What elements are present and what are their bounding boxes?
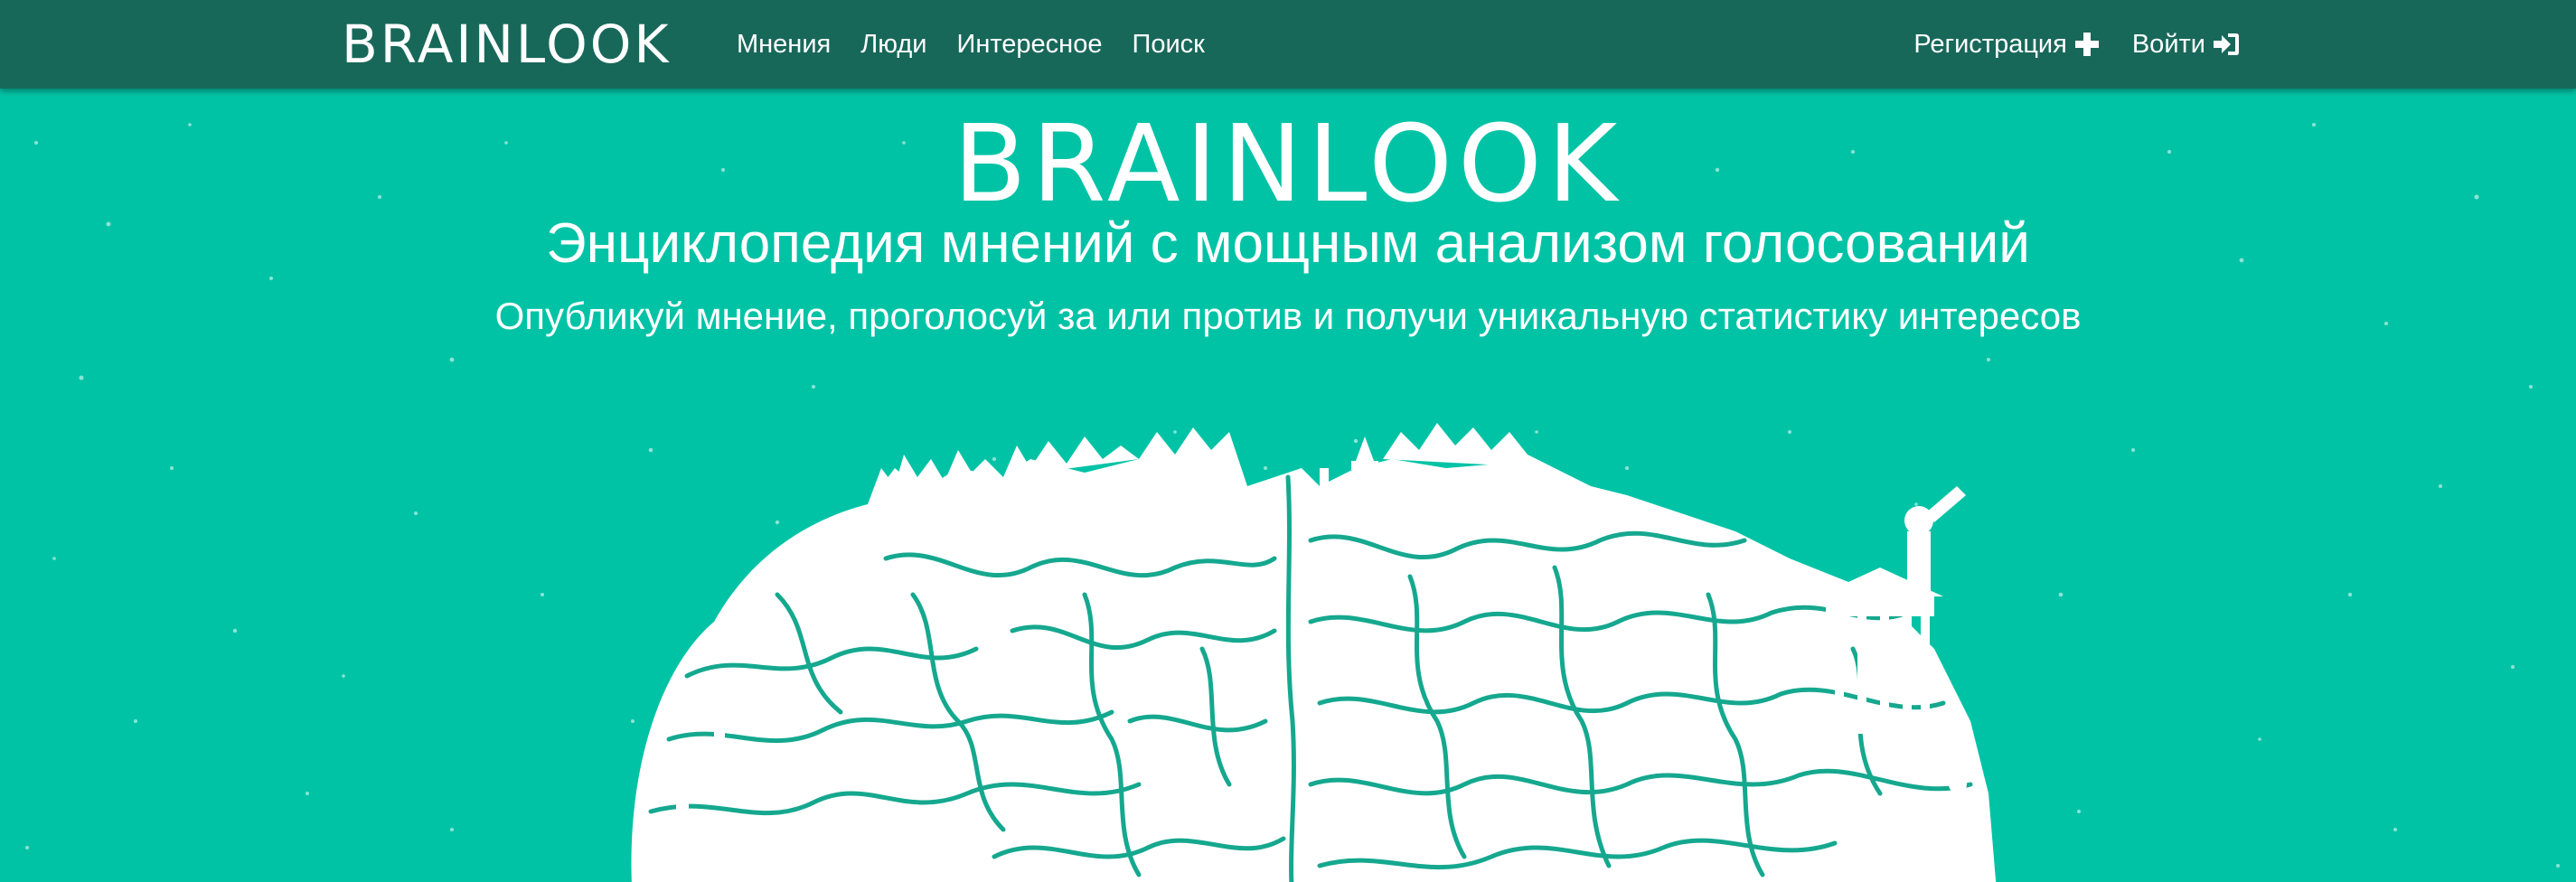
nav-link-interesting[interactable]: Интересное (956, 30, 1102, 60)
login-button[interactable]: Войти (2132, 30, 2240, 60)
nav-link-search[interactable]: Поиск (1132, 30, 1204, 60)
nav-logo[interactable]: BRAINLOOK (342, 13, 672, 76)
nav-links: Мнения Люди Интересное Поиск (737, 0, 1235, 89)
register-label: Регистрация (1913, 29, 2067, 59)
top-navbar: BRAINLOOK Мнения Люди Интересное Поиск Р… (0, 0, 2576, 89)
login-label: Войти (2131, 29, 2205, 59)
nav-auth: Регистрация Войти (1881, 0, 2240, 89)
register-button[interactable]: Регистрация (1913, 30, 2100, 60)
nav-link-opinions[interactable]: Мнения (737, 30, 831, 60)
sign-in-icon (2214, 33, 2239, 55)
nav-link-people[interactable]: Люди (860, 30, 926, 60)
plus-icon (2074, 33, 2099, 56)
hero-section: BRAINLOOK Энциклопедия мнений с мощным а… (0, 89, 2576, 882)
brain-city-illustration (631, 423, 1997, 882)
